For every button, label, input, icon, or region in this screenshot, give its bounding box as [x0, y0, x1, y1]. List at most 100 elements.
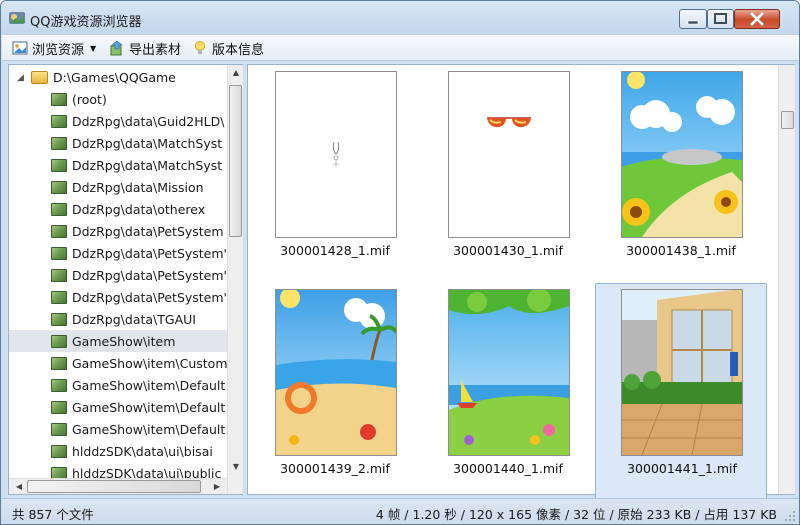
tree-horizontal-scrollbar[interactable]: ◀ ▶: [9, 478, 227, 494]
maximize-button[interactable]: [707, 9, 734, 29]
browse-resources-label: 浏览资源: [32, 42, 85, 58]
app-icon: [9, 12, 25, 24]
tree-item[interactable]: DdzRpg\data\otherex: [9, 198, 227, 220]
scroll-thumb[interactable]: [27, 480, 201, 493]
minimize-button[interactable]: [679, 9, 707, 29]
tree-item-selected[interactable]: GameShow\item: [9, 330, 227, 352]
folder-tree-panel[interactable]: ◢ D:\Games\QQGame (root) DdzRpg\data\Gui…: [8, 64, 243, 495]
version-info-button[interactable]: 版本信息: [192, 38, 264, 58]
resource-folder-icon: [51, 400, 67, 414]
tree-item-label: DdzRpg\data\PetSystem': [72, 245, 227, 261]
resource-folder-icon: [51, 114, 67, 128]
tree-item[interactable]: DdzRpg\data\PetSystem': [9, 264, 227, 286]
tree-item[interactable]: DdzRpg\data\MatchSyst: [9, 154, 227, 176]
tree-item-label: DdzRpg\data\MatchSyst: [72, 157, 223, 173]
thumbnail-item[interactable]: 300001439_2.mif: [249, 283, 421, 501]
image-icon: [12, 41, 28, 55]
sparkle-sprite-image: [332, 141, 340, 167]
thumbnail-grid[interactable]: 300001428_1.mif 300001430_1.mif 30000143…: [247, 64, 795, 501]
thumbnail-frame: [275, 289, 397, 456]
tree-item[interactable]: DdzRpg\data\PetSystem: [9, 220, 227, 242]
scroll-thumb[interactable]: [781, 111, 794, 129]
dropdown-arrow-icon: ▼: [90, 43, 97, 53]
scroll-up-icon[interactable]: ▲: [228, 68, 244, 77]
minimize-icon: [687, 20, 699, 25]
tree-item-label: DdzRpg\data\PetSystem: [72, 223, 224, 239]
resource-folder-icon: [51, 378, 67, 392]
tree-item-label: DdzRpg\data\PetSystem': [72, 267, 227, 283]
thumbnail-filename: 300001430_1.mif: [453, 243, 563, 258]
grid-vertical-scrollbar[interactable]: [778, 65, 795, 494]
beach-lifebuoy-crab-image: [276, 290, 396, 455]
thumbnail-item-selected[interactable]: 300001441_1.mif: [595, 283, 767, 501]
tree-item[interactable]: DdzRpg\data\Guid2HLD\: [9, 110, 227, 132]
thumbnail-item[interactable]: 300001430_1.mif: [422, 65, 594, 283]
tree-vertical-scrollbar[interactable]: ▲ ▼: [227, 65, 243, 494]
scroll-thumb[interactable]: [229, 85, 242, 237]
app-window: QQ游戏资源浏览器 浏览资源 ▼ 导出素材 版本信息 ◢ D:\Games\QQ…: [0, 0, 800, 525]
glass-building-image: [622, 290, 742, 455]
tree-item[interactable]: (root): [9, 88, 227, 110]
close-icon: [750, 12, 764, 26]
tree-item[interactable]: DdzRpg\data\PetSystem': [9, 242, 227, 264]
window-title: QQ游戏资源浏览器: [30, 15, 142, 30]
collapse-arrow-icon[interactable]: ◢: [17, 73, 24, 83]
tree-item[interactable]: DdzRpg\data\TGAUI: [9, 308, 227, 330]
scroll-down-icon[interactable]: ▼: [228, 462, 244, 471]
tree-item-label: hlddzSDK\data\ui\public: [72, 465, 222, 479]
tree-item-label: GameShow\item\Default: [72, 421, 226, 437]
tree-item[interactable]: hlddzSDK\data\ui\bisai: [9, 440, 227, 462]
resource-folder-icon: [51, 312, 67, 326]
tree-item[interactable]: hlddzSDK\data\ui\public: [9, 462, 227, 478]
tree-item-label: (root): [72, 91, 107, 107]
thumbnail-frame: [448, 289, 570, 456]
status-bar: 共 857 个文件 4 帧 / 1.20 秒 / 120 x 165 像素 / …: [2, 498, 799, 524]
tree-item-label: GameShow\item\Default: [72, 399, 226, 415]
export-assets-label: 导出素材: [129, 42, 182, 58]
resource-folder-icon: [51, 136, 67, 150]
file-count: 共 857 个文件: [12, 507, 94, 522]
tree-item-label: hlddzSDK\data\ui\bisai: [72, 443, 213, 459]
tree-item-label: DdzRpg\data\Guid2HLD\: [72, 113, 225, 129]
tree-item-label: DdzRpg\data\Mission: [72, 179, 204, 195]
version-info-label: 版本信息: [212, 42, 265, 58]
sunflower-beach-image: [622, 72, 742, 237]
thumbnail-item[interactable]: 300001428_1.mif: [249, 65, 421, 283]
close-button[interactable]: [734, 9, 780, 29]
tree-root-label: D:\Games\QQGame: [53, 69, 176, 85]
resource-folder-icon: [51, 224, 67, 238]
tree-root[interactable]: ◢ D:\Games\QQGame: [9, 66, 227, 88]
tree-item[interactable]: GameShow\item\Default: [9, 418, 227, 440]
tree-item-label: DdzRpg\data\MatchSyst: [72, 135, 223, 151]
tree-item[interactable]: GameShow\item\Default: [9, 374, 227, 396]
resource-folder-icon: [51, 356, 67, 370]
tree-item[interactable]: GameShow\item\Default: [9, 396, 227, 418]
export-assets-button[interactable]: 导出素材: [109, 38, 181, 58]
resource-folder-icon: [51, 444, 67, 458]
tree-item[interactable]: GameShow\item\Custom: [9, 352, 227, 374]
scroll-left-icon[interactable]: ◀: [11, 482, 27, 491]
thumbnail-frame: [621, 71, 743, 238]
tree-item[interactable]: DdzRpg\data\PetSystem': [9, 286, 227, 308]
title-bar[interactable]: QQ游戏资源浏览器: [1, 1, 799, 35]
image-info: 4 帧 / 1.20 秒 / 120 x 165 像素 / 32 位 / 原始 …: [375, 507, 777, 522]
tree-item-label: GameShow\item\Default: [72, 377, 226, 393]
thumbnail-item[interactable]: 300001438_1.mif: [595, 65, 767, 283]
tree-item[interactable]: DdzRpg\data\MatchSyst: [9, 132, 227, 154]
resource-folder-icon: [51, 466, 67, 478]
folder-tree[interactable]: ◢ D:\Games\QQGame (root) DdzRpg\data\Gui…: [9, 65, 227, 478]
scroll-right-icon[interactable]: ▶: [209, 482, 225, 491]
toolbar: 浏览资源 ▼ 导出素材 版本信息: [2, 35, 799, 61]
resize-grip-icon[interactable]: [784, 510, 796, 522]
resource-folder-icon: [51, 268, 67, 282]
browse-resources-menu[interactable]: 浏览资源 ▼: [12, 38, 96, 58]
thumbnail-filename: 300001441_1.mif: [627, 461, 737, 476]
tree-item-label: DdzRpg\data\TGAUI: [72, 311, 196, 327]
resource-folder-icon: [51, 290, 67, 304]
thumbnail-frame: [275, 71, 397, 238]
tree-item[interactable]: DdzRpg\data\Mission: [9, 176, 227, 198]
thumbnail-filename: 300001439_2.mif: [280, 461, 390, 476]
tree-item-label: DdzRpg\data\otherex: [72, 201, 206, 217]
thumbnail-item[interactable]: 300001440_1.mif: [422, 283, 594, 501]
export-icon: [110, 40, 123, 56]
